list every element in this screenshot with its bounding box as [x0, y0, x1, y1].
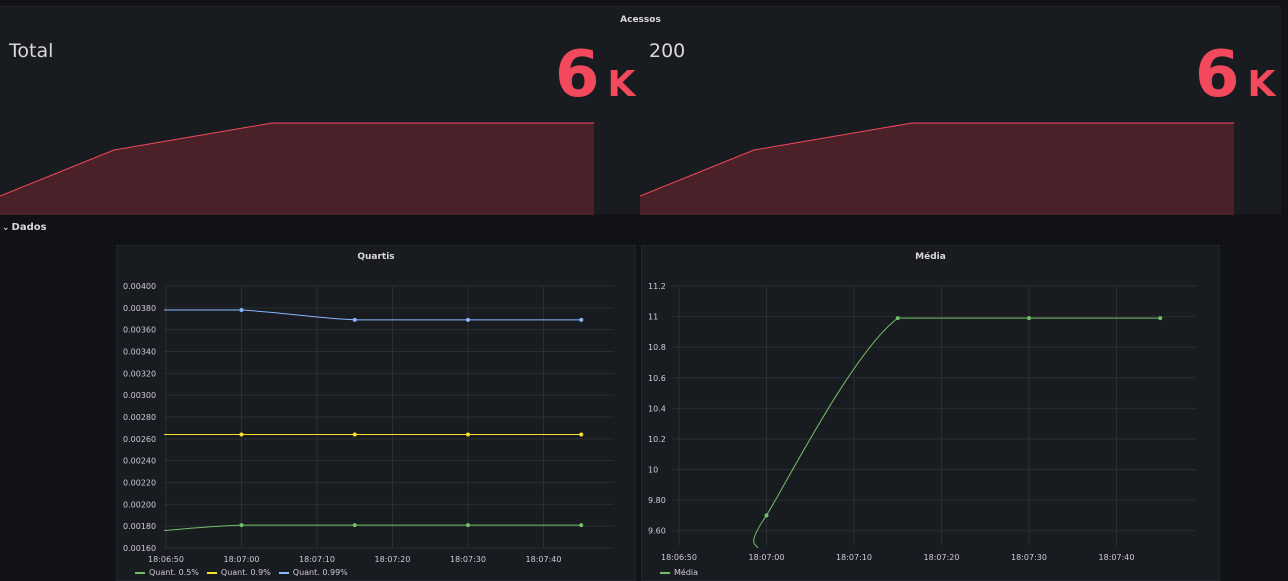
legend-item[interactable]: Quant. 0.9% — [206, 568, 271, 577]
y-tick-label: 10.6 — [648, 374, 666, 383]
y-tick-label: 10.8 — [648, 343, 666, 352]
stat-total-value: 6K — [555, 43, 635, 107]
x-tick-label: 18:07:00 — [749, 553, 785, 562]
x-tick-label: 18:07:20 — [924, 553, 960, 562]
data-point[interactable] — [466, 432, 470, 437]
y-tick-label: 0.00220 — [123, 479, 156, 488]
stat-200-sparkline — [640, 122, 1234, 215]
stat-total-label: Total — [9, 40, 54, 62]
legend-item[interactable]: Quant. 0.99% — [278, 568, 348, 577]
legend-swatch — [660, 571, 670, 574]
legend-label: Quant. 0.5% — [149, 568, 199, 577]
legend-label: Quant. 0.99% — [292, 568, 348, 577]
y-tick-label: 0.00200 — [123, 500, 156, 509]
series-line[interactable] — [753, 317, 1161, 549]
stat-total[interactable]: Total 6K — [0, 7, 640, 215]
legend-swatch — [135, 571, 145, 574]
y-tick-label: 9.60 — [648, 527, 666, 536]
y-tick-label: 10 — [648, 466, 658, 475]
x-tick-label: 18:06:50 — [148, 555, 184, 564]
y-tick-label: 0.00180 — [123, 522, 156, 531]
legend-item[interactable]: Média — [660, 568, 698, 577]
quartis-chart[interactable]: 0.00400 0.00380 0.00360 0.00340 0.00320 0.003… — [117, 246, 637, 581]
x-tick-label: 18:07:40 — [1099, 553, 1135, 562]
row-dados-header[interactable]: ⌄ Dados — [2, 222, 47, 233]
data-point[interactable] — [579, 317, 584, 322]
y-tick-label: 0.00380 — [123, 304, 156, 313]
acessos-panel: Acessos Total 6K 200 6K — [0, 6, 1281, 215]
x-tick-label: 18:07:30 — [1011, 553, 1047, 562]
y-tick-label: 10.4 — [648, 404, 666, 413]
media-panel: Média 11.2 11 10.8 10.6 10.4 10.2 10 9.80 9.60 18… — [641, 245, 1220, 581]
x-tick-label: 18:07:20 — [375, 555, 411, 564]
x-tick-label: 18:07:30 — [450, 555, 486, 564]
stat-total-unit: K — [607, 64, 636, 105]
legend-label: Média — [674, 568, 699, 577]
data-point[interactable] — [352, 317, 357, 322]
y-tick-label: 11 — [648, 313, 658, 322]
legend-swatch — [278, 571, 289, 574]
legend-item[interactable]: Quant. 0.5% — [135, 568, 199, 577]
y-tick-label: 0.00260 — [123, 435, 156, 444]
legend-swatch — [206, 571, 217, 574]
data-point[interactable] — [239, 523, 244, 528]
data-point[interactable] — [579, 432, 584, 437]
legend-label: Quant. 0.9% — [220, 568, 271, 577]
data-point[interactable] — [239, 308, 244, 313]
quartis-legend: Quant. 0.5% Quant. 0.9% Quant. 0.99% — [135, 568, 348, 577]
x-tick-label: 18:07:00 — [224, 555, 260, 564]
y-tick-label: 0.00360 — [123, 326, 156, 335]
data-point[interactable] — [579, 523, 584, 528]
stat-200-label: 200 — [649, 40, 686, 62]
data-point[interactable] — [352, 523, 357, 528]
data-point[interactable] — [895, 316, 900, 321]
y-tick-label: 0.00240 — [123, 457, 156, 466]
x-tick-label: 18:06:50 — [661, 553, 697, 562]
row-dados-title: Dados — [11, 222, 47, 233]
media-chart[interactable]: 11.2 11 10.8 10.6 10.4 10.2 10 9.80 9.60 18:06:50… — [642, 246, 1221, 581]
quartis-panel: Quartis 0.00400 0.00380 0.00360 0.00340 0.00… — [116, 245, 636, 581]
y-tick-label: 0.00340 — [123, 348, 156, 357]
data-point[interactable] — [1027, 316, 1031, 321]
media-legend: Média — [660, 568, 698, 577]
stat-total-number: 6 — [555, 38, 600, 112]
stat-200-number: 6 — [1195, 38, 1240, 112]
y-tick-label: 11.2 — [648, 282, 666, 291]
x-tick-label: 18:07:10 — [299, 555, 335, 564]
data-point[interactable] — [466, 317, 470, 322]
data-point[interactable] — [764, 513, 769, 518]
series-line[interactable] — [151, 309, 582, 321]
stat-200[interactable]: 200 6K — [640, 7, 1281, 215]
stat-200-value: 6K — [1195, 43, 1275, 107]
y-tick-label: 0.00300 — [123, 391, 156, 400]
y-tick-label: 0.00320 — [123, 369, 156, 378]
data-point[interactable] — [1158, 316, 1163, 321]
stat-200-unit: K — [1247, 64, 1276, 105]
y-tick-label: 10.2 — [648, 435, 666, 444]
data-point[interactable] — [239, 432, 244, 437]
stat-total-sparkline — [0, 122, 594, 215]
x-tick-label: 18:07:10 — [836, 553, 872, 562]
y-tick-label: 0.00280 — [123, 413, 156, 422]
data-point[interactable] — [466, 523, 470, 528]
data-point[interactable] — [352, 432, 357, 437]
y-tick-label: 0.00400 — [123, 282, 156, 291]
chevron-down-icon: ⌄ — [2, 223, 10, 233]
x-tick-label: 18:07:40 — [526, 555, 562, 564]
y-tick-label: 9.80 — [648, 496, 666, 505]
y-tick-label: 0.00160 — [123, 544, 156, 553]
